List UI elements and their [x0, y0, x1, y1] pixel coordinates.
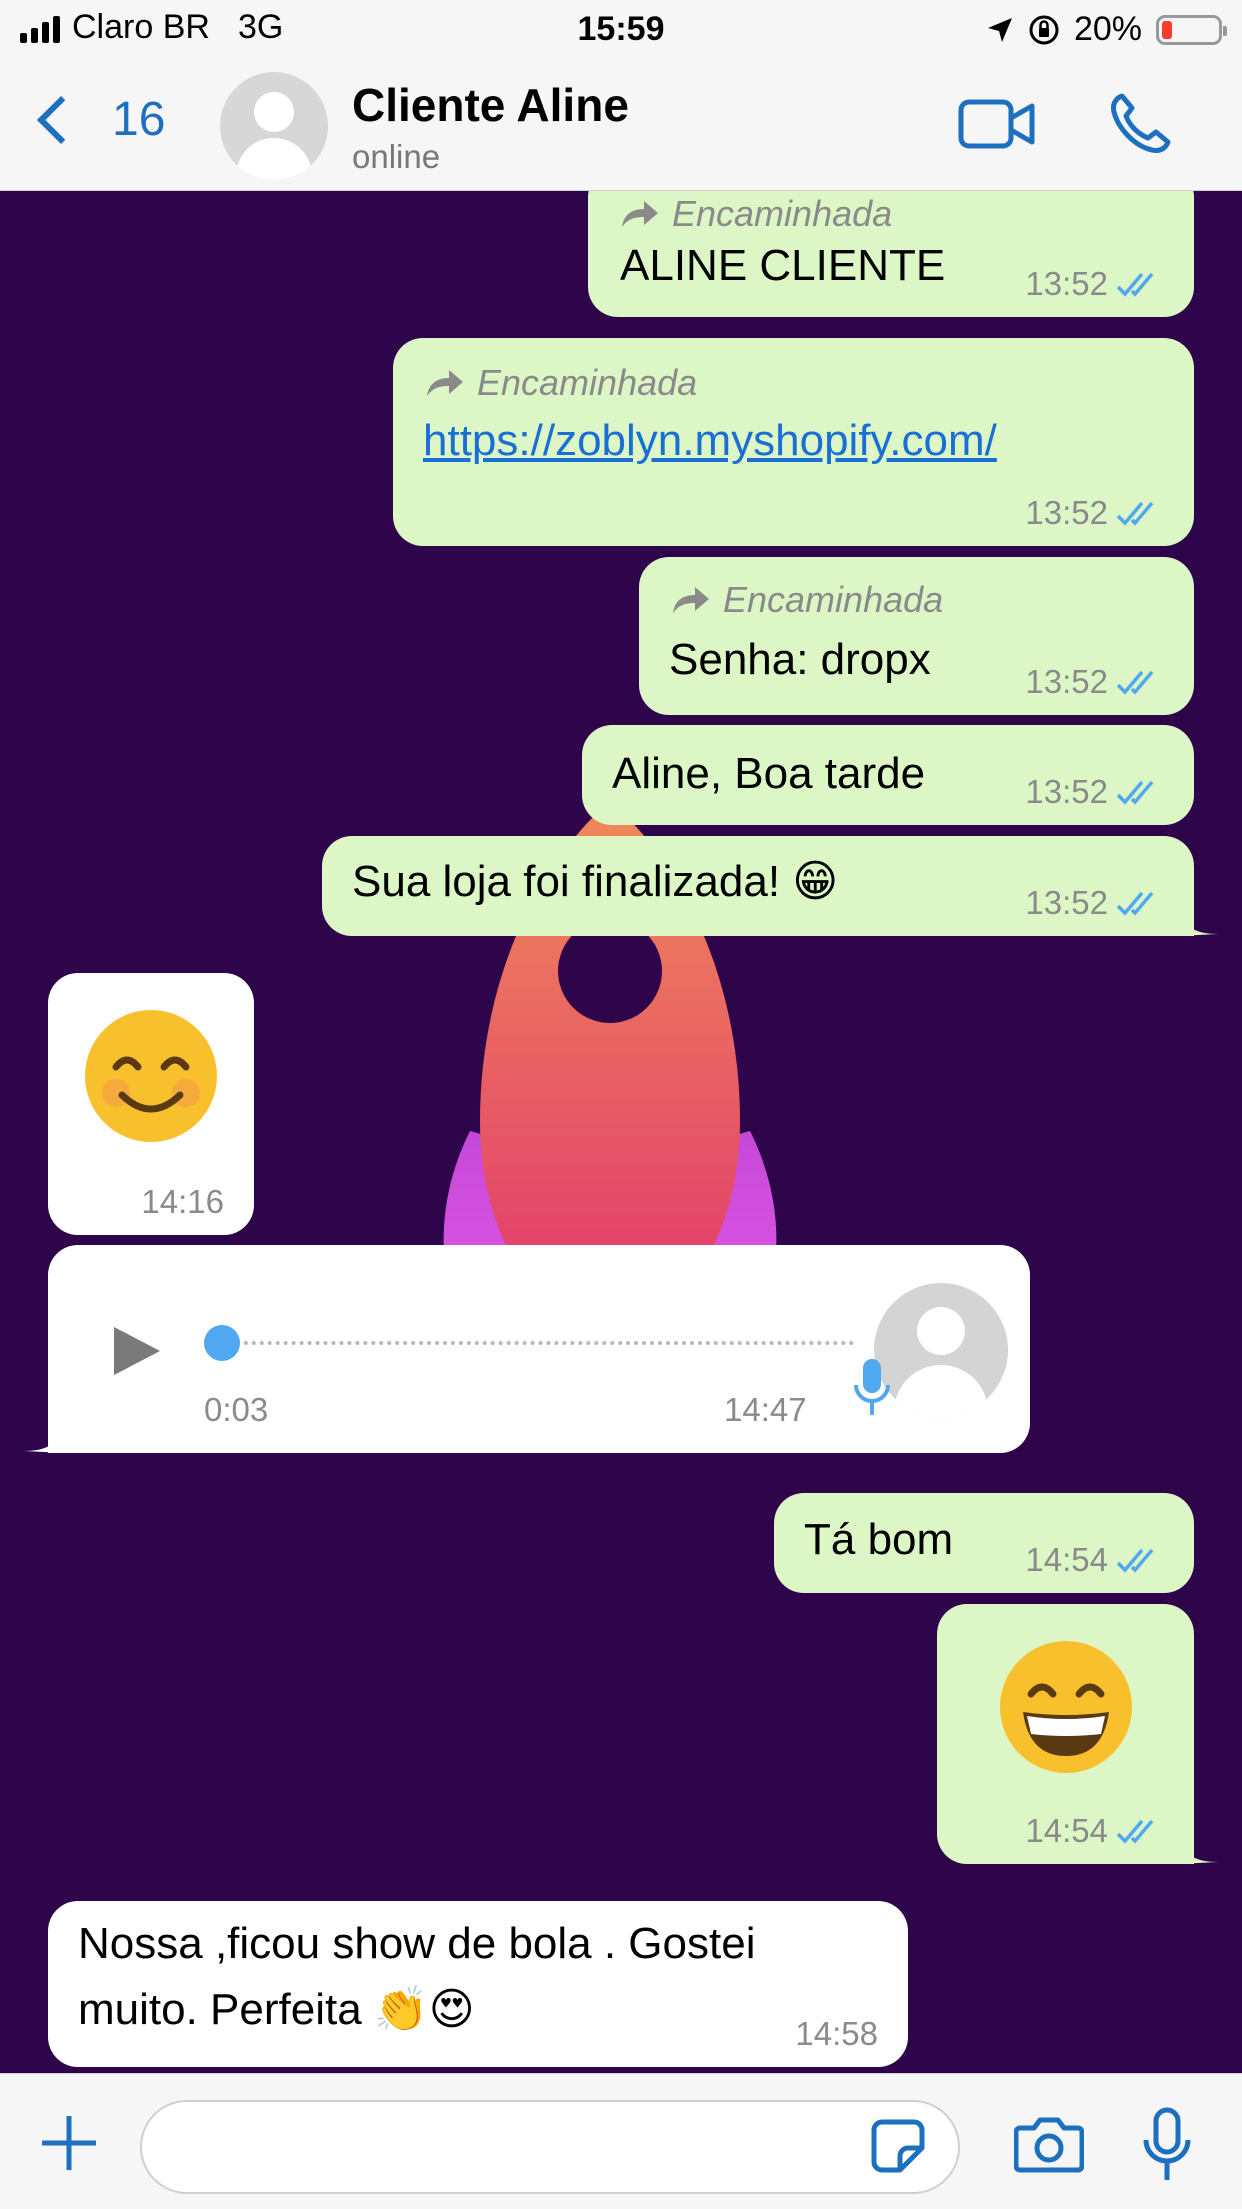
video-call-icon[interactable]: [958, 96, 1036, 152]
forwarded-label: Encaminhada: [620, 193, 892, 235]
message-input[interactable]: [140, 2100, 960, 2194]
message-meta: 13:52: [1025, 265, 1164, 303]
message-meta: 13:52: [1025, 884, 1164, 922]
chat-area[interactable]: Encaminhada ALINE CLIENTE 13:52 Encaminh…: [0, 191, 1242, 2073]
message-text: ALINE CLIENTE: [620, 241, 946, 290]
message-text: Senha: dropx: [669, 635, 931, 684]
sender-avatar-icon: [874, 1283, 1008, 1417]
forwarded-label: Encaminhada: [671, 579, 943, 621]
voice-duration: 0:03: [204, 1391, 269, 1428]
message-link[interactable]: https://zoblyn.myshopify.com/: [423, 416, 997, 466]
input-bar: [0, 2073, 1242, 2209]
message-meta: 13:52: [1025, 494, 1164, 532]
forward-arrow-icon: [622, 201, 658, 227]
message-meta: 13:52: [1025, 663, 1164, 701]
chat-header: 16 Cliente Aline online: [0, 60, 1242, 191]
unread-count: 16: [112, 93, 166, 146]
message-meta: 14:16: [141, 1183, 224, 1220]
message-bubble[interactable]: Tá bom 14:54: [774, 1493, 1194, 1593]
forward-arrow-icon: [673, 587, 709, 613]
read-check-icon: [1116, 891, 1154, 916]
play-icon[interactable]: [110, 1323, 164, 1379]
battery-icon: [1156, 14, 1227, 45]
bubble-tail: [24, 1423, 64, 1453]
plus-icon[interactable]: [38, 2112, 100, 2174]
message-bubble[interactable]: 14:54: [937, 1604, 1218, 1864]
contact-name[interactable]: Cliente Aline: [352, 78, 629, 132]
voice-message-bubble[interactable]: 0:03 14:47: [24, 1245, 1030, 1453]
read-check-icon: [1116, 1819, 1154, 1844]
avatar-icon[interactable]: [220, 72, 328, 180]
message-text-line1: Nossa ,ficou show de bola . Gostei: [78, 1919, 756, 1968]
read-check-icon: [1116, 1548, 1154, 1573]
back-chevron-icon: [36, 95, 86, 144]
message-text: Sua loja foi finalizada! 😁: [352, 857, 839, 906]
read-check-icon: [1116, 501, 1154, 526]
grinning-face-emoji-icon: [1000, 1641, 1132, 1773]
message-bubble[interactable]: Aline, Boa tarde 13:52: [582, 725, 1194, 825]
message-bubble[interactable]: Encaminhada https://zoblyn.myshopify.com…: [393, 338, 1194, 546]
message-text: Tá bom: [804, 1515, 954, 1564]
read-check-icon: [1116, 670, 1154, 695]
back-button[interactable]: 16: [30, 92, 165, 147]
message-bubble[interactable]: Nossa ,ficou show de bola . Gostei muito…: [48, 1901, 908, 2067]
message-text: Aline, Boa tarde: [612, 749, 926, 798]
voice-time: 14:47: [724, 1391, 807, 1428]
message-bubble[interactable]: 14:16: [48, 973, 254, 1235]
phone-icon[interactable]: [1108, 92, 1172, 156]
voice-progress-knob[interactable]: [204, 1325, 240, 1361]
message-bubble[interactable]: Encaminhada ALINE CLIENTE 13:52: [588, 191, 1194, 317]
contact-status: online: [352, 138, 441, 175]
message-meta: 14:54: [1025, 1812, 1164, 1850]
read-check-icon: [1116, 780, 1154, 805]
read-check-icon: [1116, 272, 1154, 297]
location-icon: [987, 17, 1012, 42]
microphone-badge-icon: [854, 1359, 890, 1415]
smiling-face-emoji-icon: [85, 1010, 217, 1142]
bubble-tail: [1178, 906, 1218, 936]
voice-waveform-track[interactable]: [204, 1341, 854, 1345]
message-meta: 14:58: [795, 2015, 878, 2052]
status-bar: Claro BR 3G 15:59 20%: [0, 0, 1242, 60]
microphone-icon[interactable]: [1140, 2106, 1194, 2184]
message-text-line2: muito. Perfeita 👏😍: [78, 1985, 475, 2034]
camera-icon[interactable]: [1014, 2114, 1084, 2174]
rotation-lock-icon: [1029, 15, 1059, 44]
battery-percent: 20%: [1073, 10, 1142, 48]
message-bubble[interactable]: Encaminhada Senha: dropx 13:52: [639, 557, 1194, 715]
message-bubble[interactable]: Sua loja foi finalizada! 😁 13:52: [322, 836, 1218, 936]
forwarded-label: Encaminhada: [425, 362, 697, 404]
message-meta: 13:52: [1025, 773, 1164, 811]
bubble-tail: [1178, 1834, 1218, 1864]
forward-arrow-icon: [427, 370, 463, 396]
sticker-icon[interactable]: [870, 2118, 926, 2174]
message-meta: 14:54: [1025, 1541, 1164, 1579]
